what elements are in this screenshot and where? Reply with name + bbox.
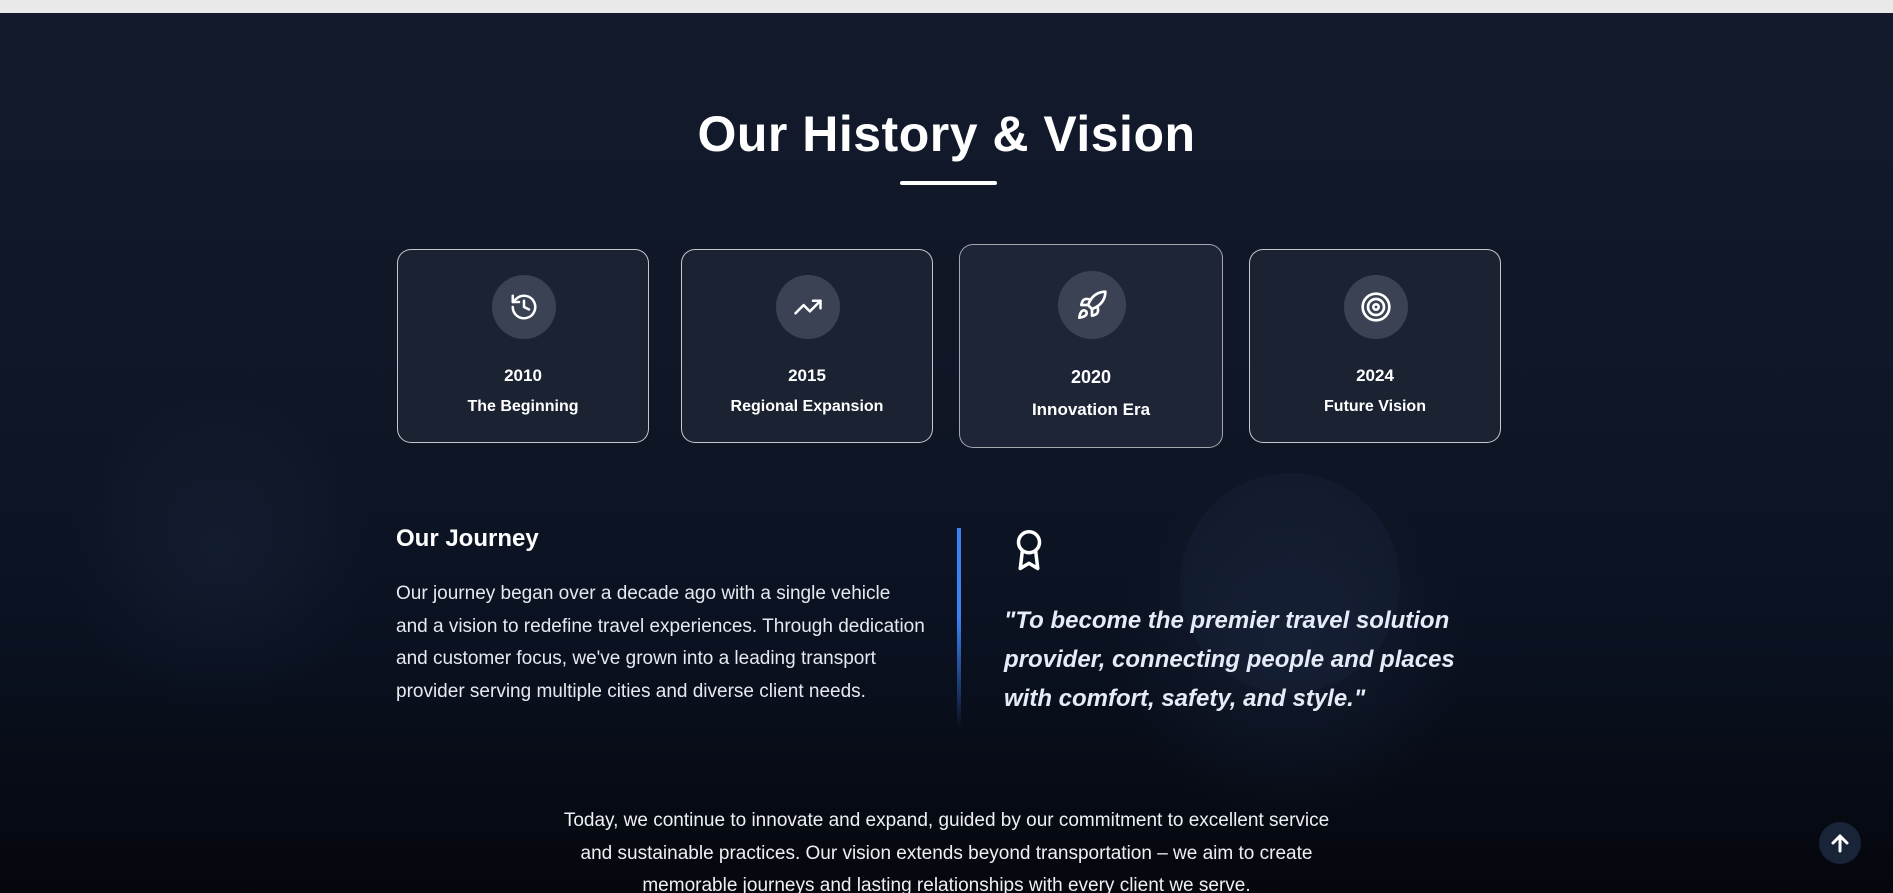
journey-text: Our journey began over a decade ago with…: [396, 583, 925, 702]
milestone-label: Regional Expansion: [730, 398, 884, 415]
milestone-label: The Beginning: [467, 398, 579, 415]
history-vision-section: Our History & Vision 2010 The Beginning …: [0, 13, 1893, 893]
milestone-card-2020[interactable]: 2020 Innovation Era: [959, 244, 1223, 448]
history-icon: [492, 275, 556, 339]
journey-title: Our Journey: [396, 525, 539, 552]
browser-top-strip: [0, 0, 1893, 13]
milestone-year: 2020: [1070, 367, 1112, 387]
milestone-card-2010[interactable]: 2010 The Beginning: [397, 249, 649, 443]
background-glow-left: [60, 393, 380, 713]
arrow-up-icon: [1831, 834, 1849, 853]
vision-divider: [957, 528, 961, 728]
award-icon: [1008, 528, 1050, 574]
milestone-year: 2015: [788, 366, 826, 385]
milestone-card-2015[interactable]: 2015 Regional Expansion: [681, 249, 933, 443]
milestone-label: Innovation Era: [1031, 400, 1151, 419]
trending-up-icon: [776, 275, 840, 339]
section-title: Our History & Vision: [697, 106, 1196, 162]
milestone-year: 2024: [1356, 366, 1394, 385]
closing-text: Today, we continue to innovate and expan…: [563, 810, 1330, 893]
title-underline: [900, 181, 997, 185]
rocket-icon: [1058, 271, 1126, 339]
vision-quote: "To become the premier travel solution p…: [1004, 607, 1455, 712]
target-icon: [1344, 275, 1408, 339]
scroll-to-top-button[interactable]: [1819, 822, 1861, 864]
milestone-year: 2010: [504, 366, 542, 385]
milestone-label: Future Vision: [1324, 398, 1426, 415]
milestone-card-2024[interactable]: 2024 Future Vision: [1249, 249, 1501, 443]
